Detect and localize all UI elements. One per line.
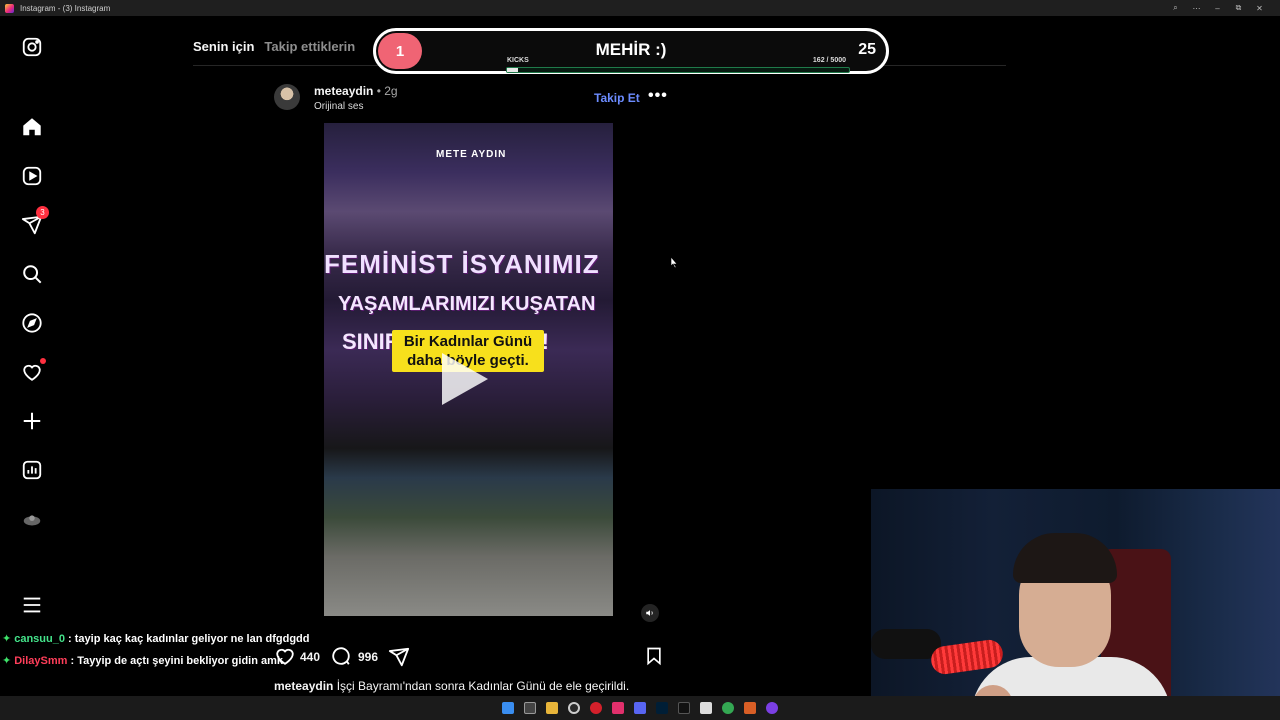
more-options-button[interactable]: •••	[648, 87, 668, 105]
tab-for-you[interactable]: Senin için	[193, 39, 254, 54]
video-banner-line-2: YAŞAMLARIMIZI KUŞATAN	[338, 293, 596, 315]
start-icon[interactable]	[502, 702, 514, 714]
bookmark-icon[interactable]	[644, 645, 664, 667]
opera-icon[interactable]	[590, 702, 602, 714]
window-title: Instagram - (3) Instagram	[20, 3, 111, 13]
minimize-button[interactable]: –	[1207, 4, 1228, 13]
post-header: meteaydin • 2g Orijinal ses Takip Et •••	[274, 82, 668, 116]
avatar[interactable]	[274, 84, 300, 110]
post-time: • 2g	[376, 84, 398, 98]
webcam-overlay	[871, 489, 1280, 720]
window-title-bar: Instagram - (3) Instagram ⌕ ⋯ – ⧉ ✕	[0, 0, 1280, 16]
app-icon[interactable]	[744, 702, 756, 714]
goal-title: MEHİR :)	[595, 40, 667, 59]
caption-username[interactable]: meteaydin	[274, 679, 333, 693]
comment-count[interactable]: 996	[358, 650, 378, 664]
goal-progress-fill	[507, 68, 519, 72]
create-icon[interactable]	[19, 408, 45, 434]
post-caption: meteaydin İşçi Bayramı'ndan sonra Kadınl…	[274, 679, 629, 693]
instagram-taskbar-icon[interactable]	[612, 702, 624, 714]
more-window-icon[interactable]: ⋯	[1186, 4, 1207, 13]
instagram-logo-icon[interactable]	[19, 34, 45, 60]
task-view-icon[interactable]	[524, 702, 536, 714]
play-icon[interactable]	[442, 353, 488, 405]
post-author[interactable]: meteaydin • 2g	[314, 84, 398, 98]
messages-badge: 3	[36, 206, 49, 219]
goal-progress-bar	[506, 67, 850, 73]
maximize-button[interactable]: ⧉	[1228, 3, 1249, 13]
share-icon[interactable]	[388, 646, 410, 668]
close-button[interactable]: ✕	[1249, 4, 1270, 13]
tab-following[interactable]: Takip ettiklerin	[264, 39, 355, 54]
home-icon[interactable]	[19, 114, 45, 140]
caption-text: İşçi Bayramı'ndan sonra Kadınlar Günü de…	[336, 679, 630, 693]
kicks-goal-overlay: 1 MEHİR :) 25 KICKS 162 / 5000	[373, 28, 889, 74]
taskbar	[0, 696, 1280, 720]
tiktok-icon[interactable]	[678, 702, 690, 714]
profile-icon[interactable]	[19, 507, 45, 533]
capcut-icon[interactable]	[700, 702, 712, 714]
username[interactable]: meteaydin	[314, 84, 373, 98]
chat-message: ✦ DilaySmm : Tayyip de açtı şeyini bekliy…	[2, 654, 332, 676]
post-actions: 440 996	[274, 645, 666, 669]
explore-icon[interactable]	[19, 310, 45, 336]
follow-button[interactable]: Takip Et	[594, 91, 640, 105]
video-watermark: METE AYDIN	[436, 149, 507, 160]
instagram-app-icon	[5, 3, 14, 13]
sidebar-nav: 3	[0, 16, 64, 696]
goal-progress-text: 162 / 5000	[812, 57, 846, 64]
notifications-dot	[40, 358, 46, 364]
discord-icon[interactable]	[634, 702, 646, 714]
post-video[interactable]: METE AYDIN FEMİNİST İSYANIMIZ YAŞAMLARIM…	[324, 123, 613, 616]
chat-message: ✦ cansuu_0 : tayip kaç kaç kadınlar geliy…	[2, 632, 332, 654]
obs-icon[interactable]	[568, 702, 580, 714]
mouse-cursor-icon	[670, 256, 678, 269]
dashboard-icon[interactable]	[19, 457, 45, 483]
streamer-hair	[1013, 533, 1117, 583]
mic-arm	[871, 629, 941, 659]
feed-tabs: Senin için Takip ettiklerin	[193, 39, 355, 54]
goal-label: KICKS	[507, 57, 529, 64]
zoom-icon[interactable]: ⌕	[1165, 3, 1186, 13]
video-banner-line-1: FEMİNİST İSYANIMIZ	[324, 249, 600, 279]
window-controls: ⌕ ⋯ – ⧉ ✕	[1165, 0, 1270, 16]
notifications-icon[interactable]	[19, 358, 46, 385]
chat-badge-icon: ✦	[2, 655, 12, 667]
chat-badge-icon: ✦	[2, 633, 12, 645]
comment-icon[interactable]	[330, 645, 352, 667]
messages-icon[interactable]: 3	[19, 206, 49, 238]
file-explorer-icon[interactable]	[546, 702, 558, 714]
search-icon[interactable]	[19, 261, 45, 287]
chat-username: DilaySmm	[14, 655, 68, 667]
chat-text: : tayip kaç kaç kadınlar geliyor ne lan …	[68, 633, 310, 645]
goal-count: 25	[858, 41, 876, 58]
app-icon-2[interactable]	[766, 702, 778, 714]
menu-icon[interactable]	[19, 592, 45, 618]
mute-button[interactable]	[641, 604, 659, 622]
chat-username: cansuu_0	[14, 633, 65, 645]
audio-label[interactable]: Orijinal ses	[314, 101, 363, 112]
chrome-icon[interactable]	[722, 702, 734, 714]
speaker-icon	[646, 610, 653, 616]
photoshop-icon[interactable]	[656, 702, 668, 714]
stream-chat-overlay: ✦ cansuu_0 : tayip kaç kaç kadınlar geliy…	[2, 632, 332, 676]
chat-text: : Tayyip de açtı şeyini bekliyor gidin a…	[70, 655, 284, 667]
reels-icon[interactable]	[19, 163, 45, 189]
